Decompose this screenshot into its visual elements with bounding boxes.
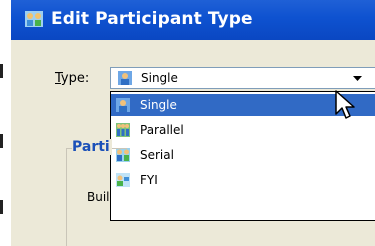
dropdown-option-label: FYI xyxy=(140,173,158,187)
single-participant-icon xyxy=(118,71,132,85)
type-combobox-value: Single xyxy=(141,71,178,85)
dropdown-option-label: Parallel xyxy=(140,123,184,137)
dialog-title: Edit Participant Type xyxy=(51,9,253,29)
type-label: Type: xyxy=(55,71,90,86)
type-combobox[interactable]: Single xyxy=(110,67,375,89)
screen: Edit Participant Type Type: Single Singl… xyxy=(0,0,375,246)
build-label: Buil xyxy=(87,190,110,204)
chevron-down-icon[interactable] xyxy=(349,68,366,88)
dropdown-option-label: Serial xyxy=(140,148,174,162)
dropdown-option-serial[interactable]: Serial xyxy=(111,144,375,166)
mouse-cursor-icon xyxy=(335,90,355,119)
dialog-titlebar[interactable]: Edit Participant Type xyxy=(11,0,375,40)
single-participant-icon xyxy=(116,98,130,112)
background-window-edge xyxy=(0,0,11,246)
parallel-participant-icon xyxy=(116,123,130,137)
dropdown-option-fyi[interactable]: FYI xyxy=(111,169,375,191)
participant-type-icon xyxy=(25,11,43,27)
dropdown-option-label: Single xyxy=(140,98,177,112)
participant-group-label: Parti xyxy=(72,139,112,155)
